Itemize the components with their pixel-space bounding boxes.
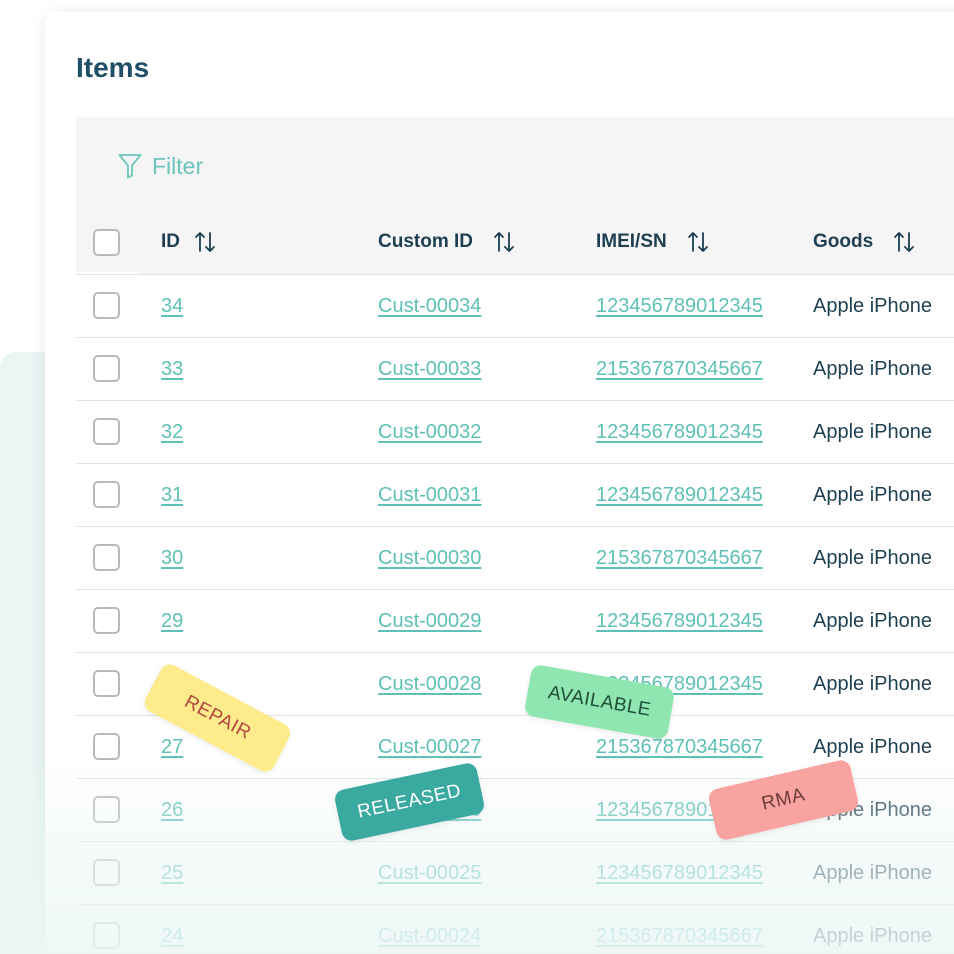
imei-link[interactable]: 215367870345667 <box>596 925 763 948</box>
sort-arrows-icon[interactable] <box>893 230 915 254</box>
items-table: Filter ID Custom ID IMEI/SN Goods 34 Cus… <box>76 117 954 952</box>
imei-link[interactable]: 215367870345667 <box>596 547 763 570</box>
goods-cell: Apple iPhone <box>813 736 932 758</box>
item-id-link[interactable]: 25 <box>161 862 183 885</box>
item-id-link[interactable]: 33 <box>161 358 183 381</box>
row-checkbox[interactable] <box>93 481 120 508</box>
imei-link[interactable]: 123456789012345 <box>596 295 763 318</box>
filter-button[interactable]: Filter <box>118 152 203 180</box>
goods-cell: Apple iPhone <box>813 862 932 884</box>
table-toolbar: Filter ID Custom ID IMEI/SN Goods <box>76 117 954 274</box>
custom-id-link[interactable]: Cust-00025 <box>378 862 481 885</box>
imei-link[interactable]: 215367870345667 <box>596 358 763 381</box>
imei-link[interactable]: 215367870345667 <box>596 736 763 759</box>
custom-id-link[interactable]: Cust-00028 <box>378 673 481 696</box>
column-header-goods[interactable]: Goods <box>813 230 915 254</box>
imei-link[interactable]: 123456789012345 <box>596 610 763 633</box>
imei-link[interactable]: 123456789012345 <box>596 421 763 444</box>
table-row: 34 Cust-00034 123456789012345 Apple iPho… <box>76 274 954 337</box>
item-id-link[interactable]: 24 <box>161 925 183 948</box>
row-checkbox[interactable] <box>93 670 120 697</box>
item-id-link[interactable]: 26 <box>161 799 183 822</box>
item-id-link[interactable]: 31 <box>161 484 183 507</box>
imei-link[interactable]: 123456789012345 <box>596 862 763 885</box>
table-row: 29 Cust-00029 123456789012345 Apple iPho… <box>76 589 954 652</box>
goods-cell: Apple iPhone <box>813 295 932 317</box>
table-row: 24 Cust-00024 215367870345667 Apple iPho… <box>76 904 954 952</box>
custom-id-link[interactable]: Cust-00024 <box>378 925 481 948</box>
row-checkbox[interactable] <box>93 733 120 760</box>
table-row: 31 Cust-00031 123456789012345 Apple iPho… <box>76 463 954 526</box>
row-checkbox[interactable] <box>93 607 120 634</box>
column-header-imei[interactable]: IMEI/SN <box>596 230 709 254</box>
column-header-label: ID <box>161 231 180 252</box>
page-title: Items <box>76 52 150 83</box>
status-tag-label: AVAILABLE <box>546 682 653 721</box>
goods-cell: Apple iPhone <box>813 484 932 506</box>
item-id-link[interactable]: 27 <box>161 736 183 759</box>
goods-cell: Apple iPhone <box>813 547 932 569</box>
item-id-link[interactable]: 30 <box>161 547 183 570</box>
row-checkbox[interactable] <box>93 544 120 571</box>
table-row: 32 Cust-00032 123456789012345 Apple iPho… <box>76 400 954 463</box>
row-checkbox[interactable] <box>93 922 120 949</box>
status-tag-label: RELEASED <box>355 780 464 823</box>
custom-id-link[interactable]: Cust-00030 <box>378 547 481 570</box>
row-checkbox[interactable] <box>93 859 120 886</box>
goods-cell: Apple iPhone <box>813 421 932 443</box>
select-all-checkbox[interactable] <box>93 229 120 256</box>
custom-id-link[interactable]: Cust-00034 <box>378 295 481 318</box>
custom-id-link[interactable]: Cust-00027 <box>378 736 481 759</box>
row-checkbox[interactable] <box>93 355 120 382</box>
custom-id-link[interactable]: Cust-00029 <box>378 610 481 633</box>
column-header-label: Goods <box>813 231 874 252</box>
table-row: 25 Cust-00025 123456789012345 Apple iPho… <box>76 841 954 904</box>
filter-funnel-icon <box>118 153 142 179</box>
goods-cell: Apple iPhone <box>813 610 932 632</box>
custom-id-link[interactable]: Cust-00032 <box>378 421 481 444</box>
item-id-link[interactable]: 32 <box>161 421 183 444</box>
imei-link[interactable]: 123456789012345 <box>596 484 763 507</box>
column-header-id[interactable]: ID <box>161 230 216 254</box>
goods-cell: Apple iPhone <box>813 358 932 380</box>
custom-id-link[interactable]: Cust-00033 <box>378 358 481 381</box>
custom-id-link[interactable]: Cust-00031 <box>378 484 481 507</box>
table-row: 30 Cust-00030 215367870345667 Apple iPho… <box>76 526 954 589</box>
row-checkbox[interactable] <box>93 796 120 823</box>
sort-arrows-icon[interactable] <box>493 230 515 254</box>
row-checkbox[interactable] <box>93 418 120 445</box>
filter-label: Filter <box>152 152 204 179</box>
goods-cell: Apple iPhone <box>813 673 932 695</box>
item-id-link[interactable]: 29 <box>161 610 183 633</box>
sort-arrows-icon[interactable] <box>194 230 216 254</box>
sort-arrows-icon[interactable] <box>687 230 709 254</box>
column-header-label: IMEI/SN <box>596 231 667 252</box>
status-tag-label: RMA <box>759 784 808 815</box>
item-id-link[interactable]: 34 <box>161 295 183 318</box>
row-checkbox[interactable] <box>93 292 120 319</box>
goods-cell: Apple iPhone <box>813 925 932 947</box>
column-header-custom-id[interactable]: Custom ID <box>378 230 515 254</box>
column-header-label: Custom ID <box>378 231 473 252</box>
table-row: 33 Cust-00033 215367870345667 Apple iPho… <box>76 337 954 400</box>
